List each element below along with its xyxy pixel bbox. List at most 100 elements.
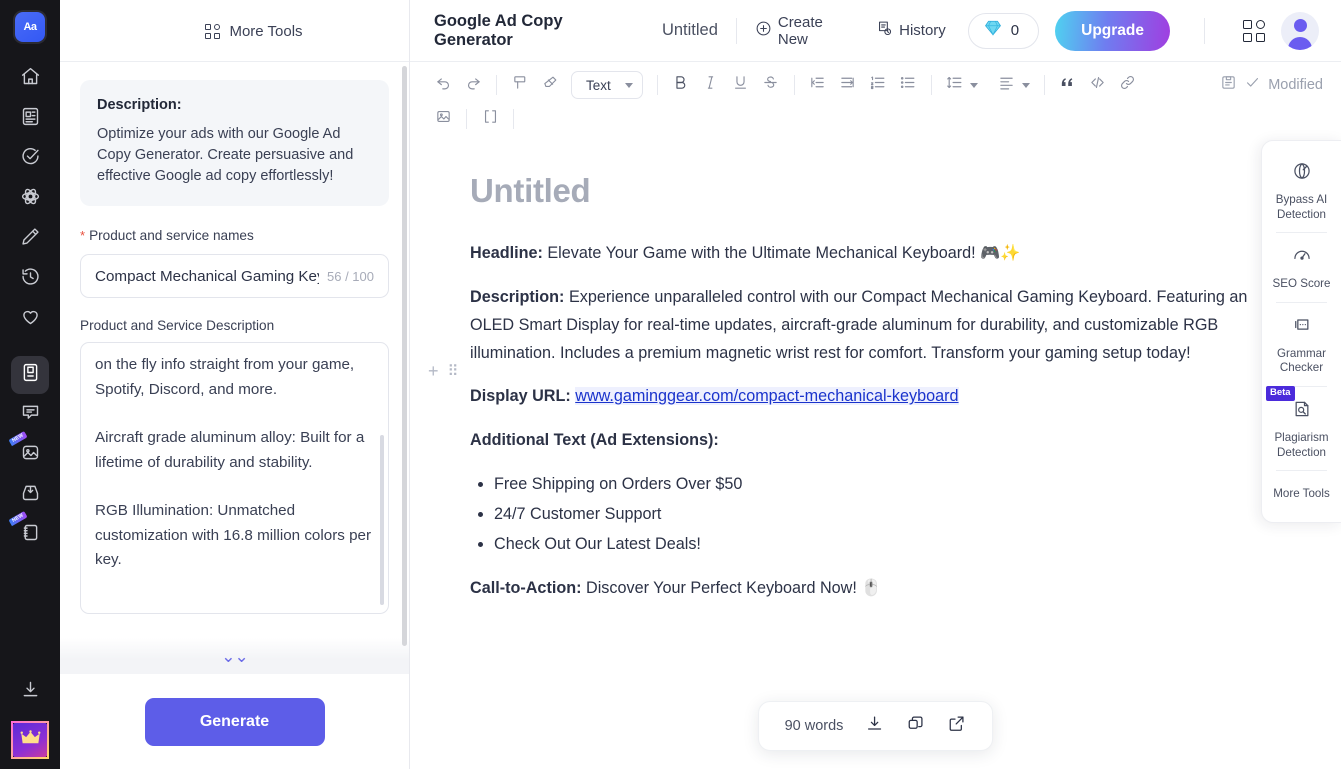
list-item[interactable]: Free Shipping on Orders Over $50	[494, 471, 1281, 499]
align-button[interactable]	[992, 70, 1030, 100]
product-names-field[interactable]: 56 / 100	[80, 254, 389, 299]
document-name[interactable]: Untitled	[662, 21, 718, 40]
more-tools-button-right[interactable]: More Tools	[1262, 471, 1341, 512]
image-icon	[435, 108, 452, 130]
ad-extensions-list[interactable]: Free Shipping on Orders Over $50 24/7 Cu…	[494, 471, 1281, 559]
credits-pill[interactable]: 0	[967, 12, 1040, 49]
redo-button[interactable]	[458, 70, 488, 100]
add-block-icon[interactable]: +	[428, 362, 439, 380]
expand-panel-button[interactable]: ⌄⌄	[60, 638, 409, 674]
seo-score-button[interactable]: SEO Score	[1262, 233, 1341, 302]
rail-item-history[interactable]	[11, 260, 49, 298]
toolbar-divider	[466, 109, 467, 129]
bypass-ai-detection-button[interactable]: Bypass AI Detection	[1262, 149, 1341, 232]
page-title: Google Ad Copy Generator	[434, 11, 563, 49]
document-content[interactable]: Untitled Headline: Elevate Your Game wit…	[410, 134, 1341, 603]
copy-icon[interactable]	[906, 714, 925, 738]
product-description-field[interactable]: on the fly info straight from your game,…	[80, 342, 389, 615]
document-title[interactable]: Untitled	[470, 172, 1281, 210]
book-icon	[20, 362, 41, 388]
bold-button[interactable]	[666, 70, 696, 100]
url-paragraph[interactable]: Display URL: www.gaminggear.com/compact-…	[470, 383, 1281, 411]
list-item[interactable]: Check Out Our Latest Deals!	[494, 531, 1281, 559]
rail-item-download[interactable]	[11, 673, 49, 711]
panel-header: More Tools	[60, 0, 409, 62]
check-circle-icon	[20, 146, 41, 172]
code-button[interactable]	[1083, 70, 1113, 100]
headline-paragraph[interactable]: Headline: Elevate Your Game with the Ult…	[470, 240, 1281, 268]
bullet-list-icon	[899, 74, 916, 96]
cta-text: Discover Your Perfect Keyboard Now! 🖱️	[581, 578, 882, 597]
outdent-button[interactable]	[803, 70, 833, 100]
drag-handle-icon[interactable]: ⠿	[448, 364, 459, 379]
fullscreen-button[interactable]	[475, 104, 505, 134]
more-tools-button[interactable]: More Tools	[59, 0, 409, 62]
chat-icon	[20, 402, 41, 428]
bullet-list-button[interactable]	[893, 70, 923, 100]
grammar-checker-button[interactable]: Grammar Checker	[1262, 303, 1341, 386]
avatar[interactable]	[1281, 11, 1319, 50]
additional-text-paragraph[interactable]: Additional Text (Ad Extensions):	[470, 427, 1281, 455]
italic-button[interactable]	[696, 70, 726, 100]
share-icon[interactable]	[947, 714, 966, 738]
insert-image-button[interactable]	[428, 104, 458, 134]
plagiarism-detection-button[interactable]: Beta Plagiarism Detection	[1262, 385, 1341, 470]
strikethrough-button[interactable]	[756, 70, 786, 100]
format-paint-button[interactable]	[505, 70, 535, 100]
download-icon[interactable]	[865, 714, 884, 738]
rail-item-chat[interactable]	[11, 396, 49, 434]
product-names-counter: 56 / 100	[327, 268, 374, 284]
cta-paragraph[interactable]: Call-to-Action: Discover Your Perfect Ke…	[470, 575, 1281, 603]
clear-format-button[interactable]	[535, 70, 565, 100]
history-doc-icon	[876, 20, 893, 41]
line-height-button[interactable]	[940, 70, 978, 100]
text-style-select[interactable]: Text	[571, 71, 643, 99]
generate-button[interactable]: Generate	[144, 697, 325, 746]
blockquote-button[interactable]	[1053, 70, 1083, 100]
undo-button[interactable]	[428, 70, 458, 100]
underline-button[interactable]	[726, 70, 756, 100]
premium-crown-button[interactable]	[11, 721, 49, 759]
rail-item-ai-image[interactable]: NEW	[8, 430, 49, 474]
link-button[interactable]	[1113, 70, 1143, 100]
list-item[interactable]: 24/7 Customer Support	[494, 501, 1281, 529]
chevron-double-down-icon: ⌄⌄	[221, 646, 248, 666]
rail-item-ai-models[interactable]	[11, 180, 49, 218]
avatar-head-icon	[1293, 18, 1307, 32]
product-description-textarea[interactable]: on the fly info straight from your game,…	[95, 353, 374, 603]
ai-tools-panel: Bypass AI Detection SEO Score Grammar Ch…	[1261, 140, 1341, 523]
seo-score-icon	[1292, 245, 1312, 270]
topbar-divider	[735, 17, 737, 44]
rail-item-tasks[interactable]	[11, 140, 49, 178]
rail-item-favorites[interactable]	[11, 300, 49, 338]
display-url-link[interactable]: www.gaminggear.com/compact-mechanical-ke…	[575, 387, 959, 406]
rail-item-write[interactable]	[11, 220, 49, 258]
crown-icon	[20, 729, 41, 751]
upgrade-button[interactable]: Upgrade	[1055, 10, 1170, 51]
rail-item-library[interactable]	[11, 356, 49, 394]
history-button[interactable]: History	[876, 20, 946, 41]
block-handles[interactable]: + ⠿	[428, 362, 459, 380]
rail-item-documents[interactable]	[11, 100, 49, 138]
product-names-input[interactable]	[95, 267, 319, 285]
align-left-icon	[998, 74, 1015, 96]
rail-item-notebook[interactable]: NEW	[8, 510, 49, 554]
redo-icon	[465, 74, 482, 96]
indent-button[interactable]	[833, 70, 863, 100]
create-new-button[interactable]: Create New	[755, 14, 854, 48]
document-scroll-area[interactable]: Untitled Headline: Elevate Your Game wit…	[410, 134, 1341, 769]
rail-item-inbox[interactable]	[11, 476, 49, 514]
app-logo[interactable]: Aa	[15, 12, 45, 42]
seo-score-label: SEO Score	[1272, 277, 1331, 291]
textarea-scrollbar[interactable]	[380, 435, 384, 606]
description-label: Description:	[470, 287, 565, 306]
ordered-list-button[interactable]	[863, 70, 893, 100]
required-asterisk: *	[80, 228, 86, 244]
toolbar-divider	[793, 75, 795, 95]
product-description-label: Product and Service Description	[80, 318, 275, 334]
rail-item-home[interactable]	[11, 60, 49, 98]
gem-icon	[984, 19, 1002, 42]
apps-grid-icon[interactable]	[1243, 19, 1265, 42]
description-paragraph[interactable]: Description: Experience unparalleled con…	[470, 284, 1281, 368]
panel-scrollbar[interactable]	[402, 66, 407, 646]
